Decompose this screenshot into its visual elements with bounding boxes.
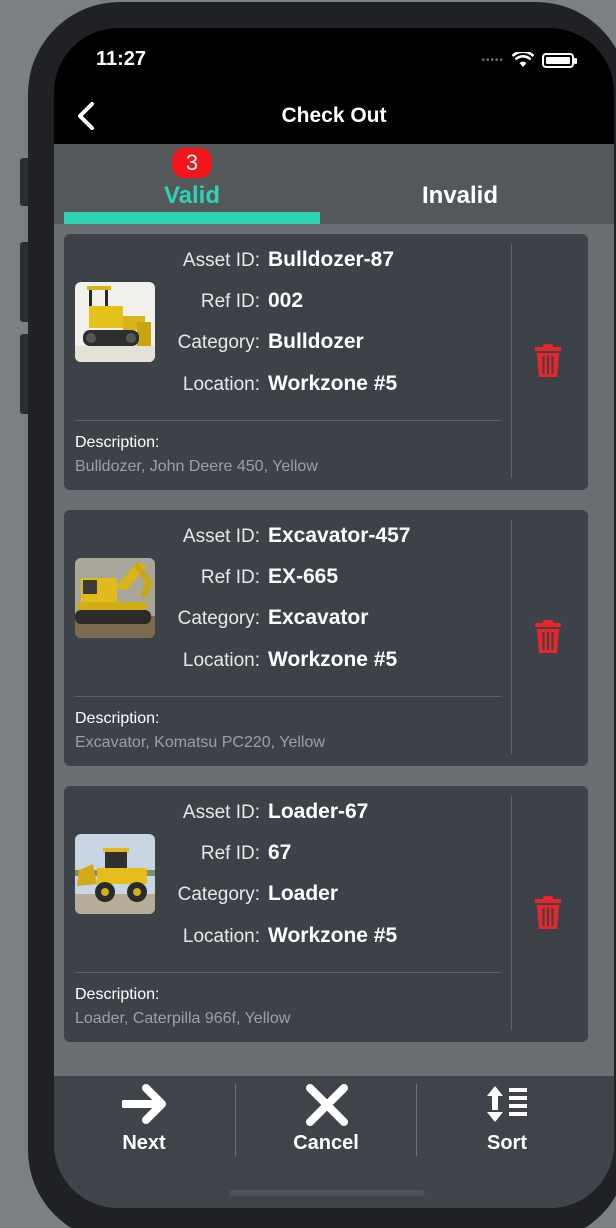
navigation-bar: Check Out (54, 88, 614, 144)
description-text: Loader, Caterpilla 966f, Yellow (75, 1010, 291, 1027)
location-value: Workzone #5 (268, 924, 398, 947)
ref-id-label: Ref ID: (200, 567, 260, 588)
cancel-label: Cancel (293, 1132, 359, 1154)
sort-label: Sort (487, 1132, 527, 1154)
card-vertical-divider (511, 244, 512, 478)
category-row: Category: Excavator (64, 604, 504, 634)
ref-id-row: Ref ID: 67 (64, 839, 504, 869)
valid-count-badge: 3 (172, 148, 212, 178)
status-time: 11:27 (96, 48, 147, 70)
card-vertical-divider (511, 520, 512, 754)
asset-id-row: Asset ID: Loader-67 (64, 798, 504, 828)
category-value: Loader (268, 882, 339, 905)
arrow-right-icon (122, 1084, 166, 1124)
close-icon (306, 1084, 348, 1126)
sort-button[interactable]: Sort (417, 1076, 597, 1166)
tab-invalid[interactable]: Invalid (332, 144, 588, 224)
tab-valid-label: Valid (163, 182, 221, 209)
asset-id-value: Excavator-457 (268, 524, 411, 547)
category-label: Category: (177, 332, 260, 353)
location-row: Location: Workzone #5 (64, 646, 504, 676)
asset-id-value: Loader-67 (268, 800, 369, 823)
asset-id-label: Asset ID: (182, 802, 260, 823)
selected-tab-indicator (64, 212, 320, 224)
location-label: Location: (182, 374, 260, 395)
description-text: Excavator, Komatsu PC220, Yellow (75, 734, 325, 751)
trash-icon[interactable] (534, 344, 562, 378)
device-notch (176, 28, 478, 72)
next-label: Next (122, 1132, 166, 1154)
card-divider (75, 696, 501, 697)
ref-id-row: Ref ID: EX-665 (64, 563, 504, 593)
category-row: Category: Loader (64, 880, 504, 910)
cancel-button[interactable]: Cancel (236, 1076, 416, 1166)
location-row: Location: Workzone #5 (64, 370, 504, 400)
category-value: Bulldozer (268, 330, 364, 353)
card-divider (75, 972, 501, 973)
asset-id-label: Asset ID: (182, 250, 260, 271)
category-row: Category: Bulldozer (64, 328, 504, 358)
ref-id-row: Ref ID: 002 (64, 287, 504, 317)
asset-id-label: Asset ID: (182, 526, 260, 547)
ref-id-value: EX-665 (268, 565, 339, 588)
battery-icon (542, 52, 577, 68)
asset-id-row: Asset ID: Bulldozer-87 (64, 246, 504, 276)
app-screen: 11:27 ••••• Check Out 3 Valid Invalid As… (54, 28, 614, 1208)
sort-icon (487, 1086, 527, 1122)
location-label: Location: (182, 926, 260, 947)
ref-id-value: 002 (268, 289, 304, 312)
page-title: Check Out (281, 104, 387, 127)
asset-card[interactable]: Asset ID: Loader-67 Ref ID: 67 Category:… (64, 786, 588, 1042)
description-text: Bulldozer, John Deere 450, Yellow (75, 458, 318, 475)
tab-invalid-label: Invalid (421, 182, 499, 209)
status-icons: ••••• (481, 52, 577, 68)
next-button[interactable]: Next (54, 1076, 234, 1166)
card-divider (75, 420, 501, 421)
asset-card[interactable]: Asset ID: Excavator-457 Ref ID: EX-665 C… (64, 510, 588, 766)
description-label: Description: (75, 986, 160, 1003)
location-row: Location: Workzone #5 (64, 922, 504, 952)
asset-id-value: Bulldozer-87 (268, 248, 395, 271)
cellular-signal-icon: ••••• (481, 54, 504, 66)
trash-icon[interactable] (534, 896, 562, 930)
category-value: Excavator (268, 606, 369, 629)
ref-id-label: Ref ID: (200, 291, 260, 312)
trash-icon[interactable] (534, 620, 562, 654)
location-value: Workzone #5 (268, 372, 398, 395)
description-label: Description: (75, 710, 160, 727)
asset-id-row: Asset ID: Excavator-457 (64, 522, 504, 552)
ref-id-label: Ref ID: (200, 843, 260, 864)
description-label: Description: (75, 434, 160, 451)
asset-list[interactable]: Asset ID: Bulldozer-87 Ref ID: 002 Categ… (54, 224, 614, 1076)
category-label: Category: (177, 608, 260, 629)
category-label: Category: (177, 884, 260, 905)
wifi-icon (512, 52, 534, 67)
asset-card[interactable]: Asset ID: Bulldozer-87 Ref ID: 002 Categ… (64, 234, 588, 490)
bottom-toolbar: Next Cancel Sort (54, 1076, 614, 1208)
ref-id-value: 67 (268, 841, 292, 864)
card-vertical-divider (511, 796, 512, 1030)
location-label: Location: (182, 650, 260, 671)
home-indicator (229, 1190, 425, 1196)
location-value: Workzone #5 (268, 648, 398, 671)
